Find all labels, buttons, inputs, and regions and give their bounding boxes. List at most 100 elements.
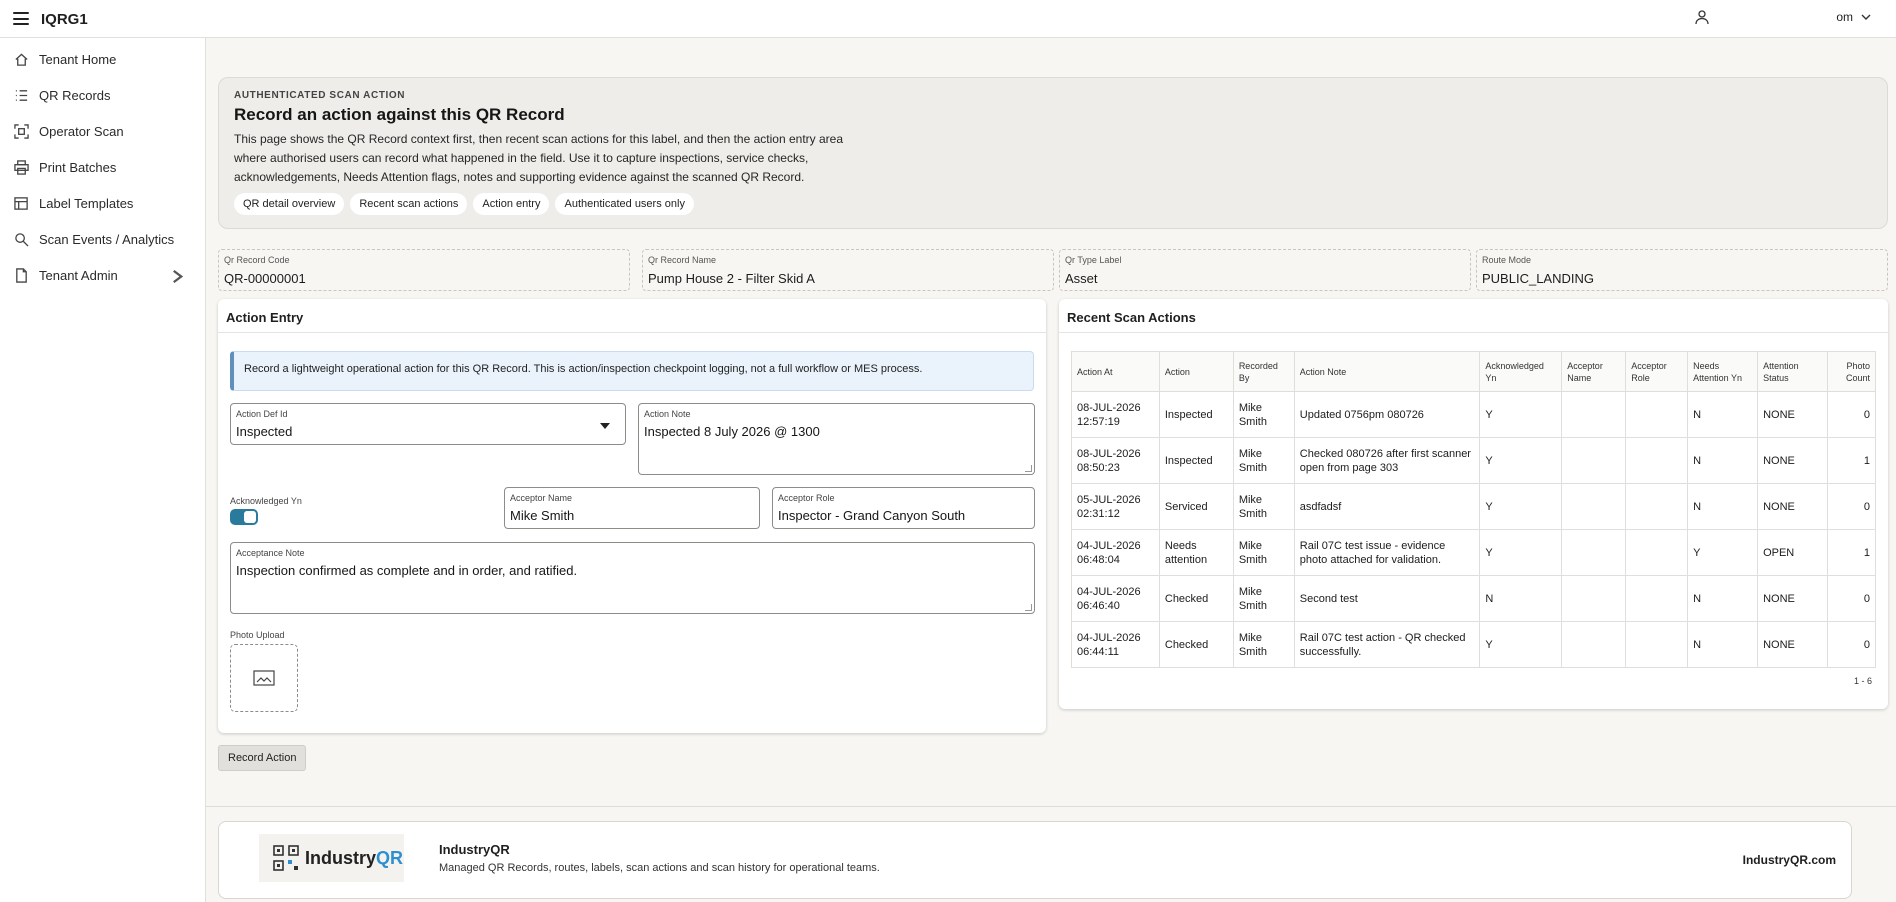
field-label: Acceptance Note	[236, 548, 305, 558]
photo-upload-label: Photo Upload	[230, 630, 285, 640]
qr-record-name-field: Qr Record Name Pump House 2 - Filter Ski…	[642, 249, 1054, 291]
cell-attention-status: NONE	[1757, 437, 1828, 484]
col-recorded-by[interactable]: Recorded By	[1232, 351, 1295, 392]
recent-scan-actions-table: Action At Action Recorded By Action Note…	[1071, 351, 1877, 668]
acceptor-role-field[interactable]: Acceptor Role Inspector - Grand Canyon S…	[772, 487, 1035, 529]
field-label: Acceptor Name	[510, 493, 573, 503]
cell-attention-status: NONE	[1757, 483, 1828, 530]
analytics-icon	[15, 232, 29, 247]
sidebar-item-operator-scan[interactable]: Operator Scan	[0, 113, 205, 149]
chip-recent-scan[interactable]: Recent scan actions	[350, 193, 468, 215]
menu-icon[interactable]	[13, 12, 29, 25]
pagination-range: 1 - 6	[1853, 676, 1872, 686]
col-photo-count[interactable]: Photo Count	[1826, 351, 1877, 392]
col-action-at[interactable]: Action At	[1071, 351, 1160, 392]
cell-needs-attention: N	[1687, 391, 1759, 438]
sidebar-item-label: Label Templates	[39, 195, 134, 211]
footer-link[interactable]: IndustryQR.com	[1743, 853, 1836, 867]
hero-panel: AUTHENTICATED SCAN ACTION Record an acti…	[218, 77, 1888, 229]
footer-tagline: Managed QR Records, routes, labels, scan…	[439, 862, 880, 874]
cell-acknowledged: Y	[1479, 529, 1563, 576]
chip-authenticated[interactable]: Authenticated users only	[555, 193, 694, 215]
field-value: Inspector - Grand Canyon South	[778, 508, 966, 523]
cell-attention-status: NONE	[1757, 575, 1828, 622]
chip-action-entry[interactable]: Action entry	[473, 193, 550, 215]
table-row: 08-JUL-2026 08:50:23 Inspected Mike Smit…	[1071, 437, 1877, 484]
sidebar-item-label: Tenant Home	[39, 51, 117, 67]
record-action-button[interactable]: Record Action	[218, 745, 307, 771]
col-action-note[interactable]: Action Note	[1293, 351, 1481, 392]
field-value: Asset	[1065, 271, 1098, 286]
info-message: Record a lightweight operational action …	[230, 351, 1034, 391]
cell-acceptor-name	[1561, 529, 1627, 576]
logo-text-b: QR	[376, 847, 404, 868]
sidebar-item-label: QR Records	[39, 87, 111, 103]
sidebar-item-tenant-home[interactable]: Tenant Home	[0, 41, 205, 77]
cell-acceptor-name	[1561, 437, 1627, 484]
footer: IndustryQR IndustryQR Managed QR Records…	[218, 821, 1852, 899]
action-entry-title: Action Entry	[218, 299, 1046, 333]
cell-attention-status: OPEN	[1757, 529, 1828, 576]
sidebar-item-scan-events[interactable]: Scan Events / Analytics	[0, 221, 205, 257]
hero-description: This page shows the QR Record context fi…	[234, 132, 843, 184]
app-title[interactable]: IQRG1	[41, 11, 88, 28]
acceptance-note-textarea[interactable]: Acceptance Note Inspection confirmed as …	[230, 542, 1035, 614]
sidebar-item-print-batches[interactable]: Print Batches	[0, 149, 205, 185]
acceptor-name-field[interactable]: Acceptor Name Mike Smith	[504, 487, 760, 529]
footer-logo: IndustryQR	[259, 834, 404, 882]
user-icon	[1695, 10, 1709, 25]
cell-action: Checked	[1158, 621, 1234, 668]
cell-acceptor-name	[1561, 483, 1627, 530]
cell-action-at: 04-JUL-2026 06:46:40	[1071, 575, 1160, 622]
cell-action-note: Rail 07C test issue - evidence photo att…	[1293, 529, 1481, 576]
col-acceptor-role[interactable]: Acceptor Role	[1625, 351, 1689, 392]
col-needs-attention[interactable]: Needs Attention Yn	[1687, 351, 1759, 392]
route-mode-field: Route Mode PUBLIC_LANDING	[1476, 249, 1888, 291]
chevron-right-icon	[173, 269, 184, 284]
resize-handle[interactable]	[1025, 465, 1032, 472]
cell-action: Checked	[1158, 575, 1234, 622]
cell-needs-attention: N	[1687, 621, 1759, 668]
col-acceptor-name[interactable]: Acceptor Name	[1561, 351, 1627, 392]
resize-handle[interactable]	[1025, 604, 1032, 611]
field-value: QR-00000001	[224, 271, 306, 286]
table-row: 04-JUL-2026 06:46:40 Checked Mike Smith …	[1071, 575, 1877, 622]
list-icon	[15, 89, 28, 101]
col-acknowledged[interactable]: Acknowledged Yn	[1479, 351, 1563, 392]
table-row: 04-JUL-2026 06:48:04 Needs attention Mik…	[1071, 529, 1877, 576]
col-action[interactable]: Action	[1158, 351, 1234, 392]
cell-acknowledged: N	[1479, 575, 1563, 622]
cell-action-at: 05-JUL-2026 02:31:12	[1071, 483, 1160, 530]
cell-recorded-by: Mike Smith	[1232, 529, 1295, 576]
acknowledged-toggle[interactable]	[230, 509, 258, 525]
sidebar: Tenant Home QR Records Operator Scan Pri…	[0, 38, 206, 902]
user-menu[interactable]: om	[1694, 9, 1871, 25]
action-def-select[interactable]: Action Def Id Inspected	[230, 403, 626, 445]
printer-icon	[14, 159, 29, 175]
cell-acknowledged: Y	[1479, 483, 1563, 530]
footer-brand: IndustryQR	[439, 842, 510, 857]
sidebar-item-tenant-admin[interactable]: Tenant Admin	[0, 257, 205, 293]
photo-upload-dropzone[interactable]	[230, 644, 298, 712]
field-label: Action Def Id	[236, 409, 288, 419]
chip-row: QR detail overview Recent scan actions A…	[234, 193, 1872, 215]
col-attention-status[interactable]: Attention Status	[1757, 351, 1828, 392]
action-entry-panel: Action Entry Record a lightweight operat…	[218, 299, 1046, 733]
cell-recorded-by: Mike Smith	[1232, 621, 1295, 668]
action-note-textarea[interactable]: Action Note Inspected 8 July 2026 @ 1300	[638, 403, 1035, 475]
chip-qr-detail[interactable]: QR detail overview	[234, 193, 345, 215]
table-row: 08-JUL-2026 12:57:19 Inspected Mike Smit…	[1071, 391, 1877, 438]
cell-needs-attention: Y	[1687, 529, 1759, 576]
cell-acceptor-role	[1625, 621, 1689, 668]
cell-photo-count: 0	[1826, 483, 1877, 530]
logo-text-a: Industry	[305, 847, 377, 868]
cell-acceptor-name	[1561, 621, 1627, 668]
cell-photo-count: 1	[1826, 437, 1877, 484]
sidebar-item-qr-records[interactable]: QR Records	[0, 77, 205, 113]
cell-photo-count: 0	[1826, 391, 1877, 438]
table-header-row: Action At Action Recorded By Action Note…	[1071, 351, 1877, 392]
template-icon	[14, 196, 28, 210]
cell-recorded-by: Mike Smith	[1232, 483, 1295, 530]
cell-acknowledged: Y	[1479, 391, 1563, 438]
sidebar-item-label-templates[interactable]: Label Templates	[0, 185, 205, 221]
